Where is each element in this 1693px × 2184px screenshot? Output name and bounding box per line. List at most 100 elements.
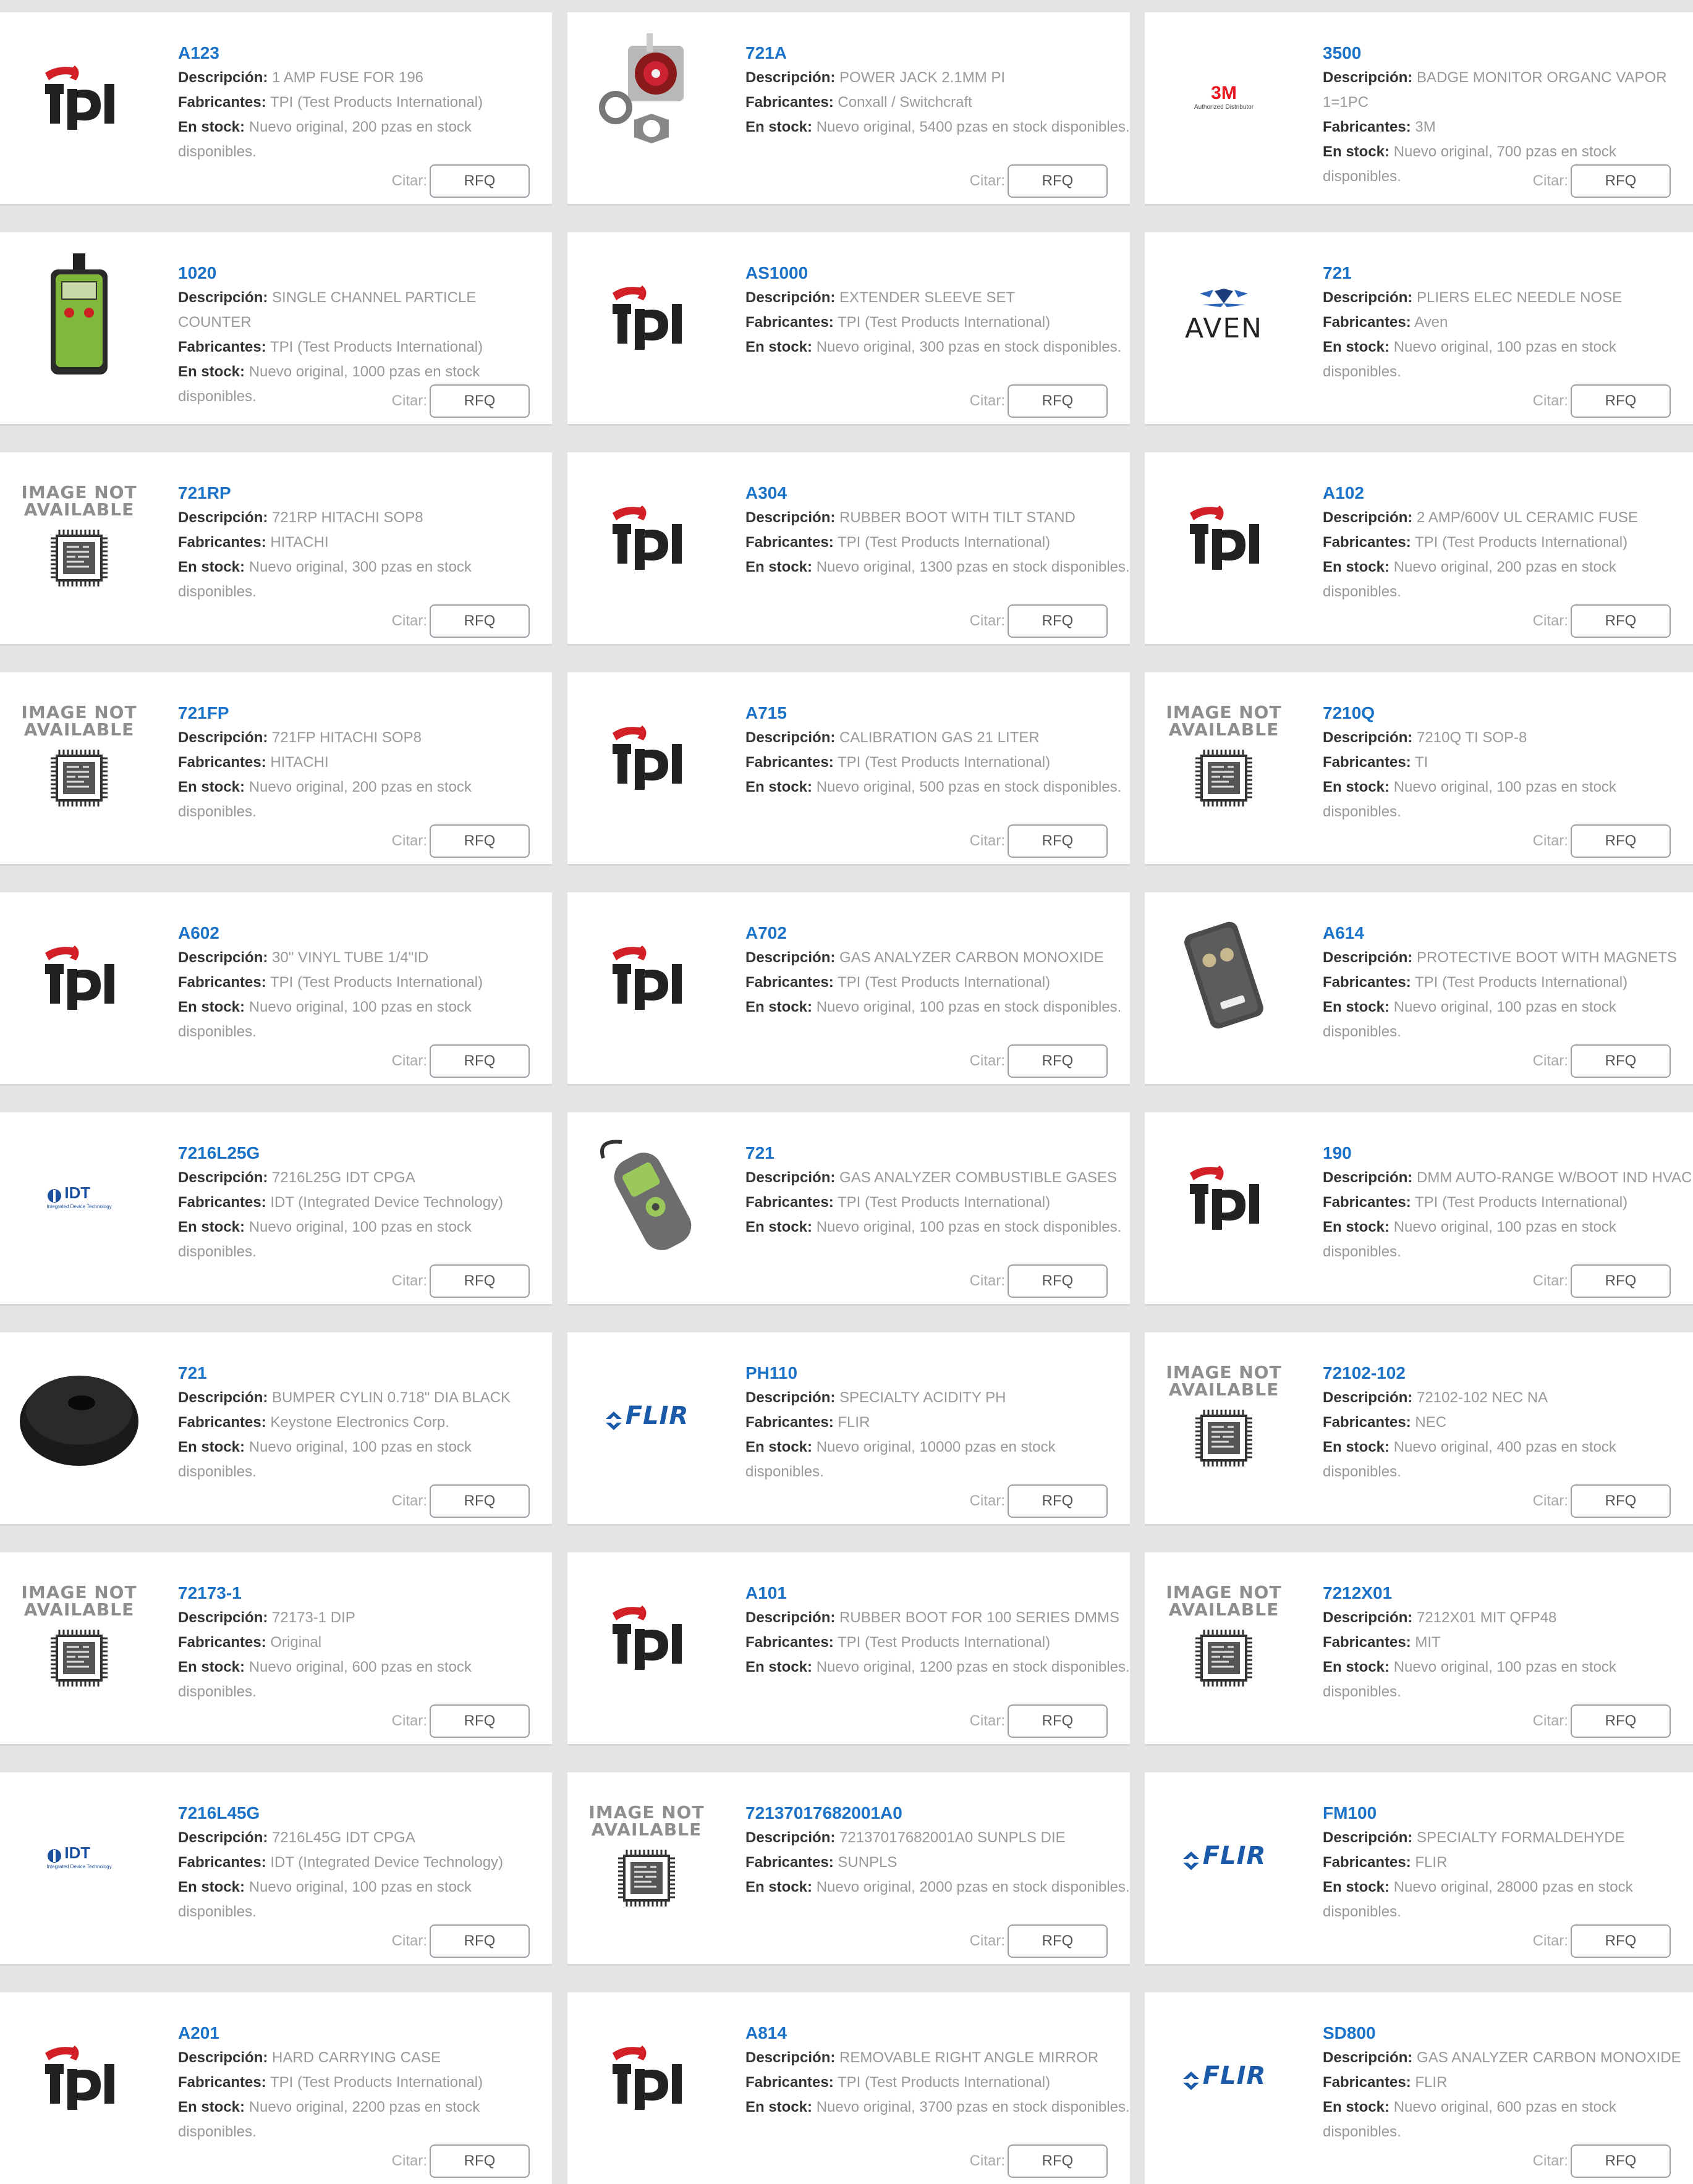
product-thumbnail[interactable]: IMAGE NOT AVAILABLE	[1158, 1571, 1289, 1702]
part-number-link[interactable]: A814	[745, 2021, 1130, 2046]
part-number-link[interactable]: 1020	[178, 261, 552, 286]
rfq-button[interactable]: RFQ	[1008, 1044, 1108, 1078]
part-number-link[interactable]: 721	[745, 1141, 1130, 1166]
part-number-link[interactable]: A614	[1323, 921, 1693, 946]
part-number-link[interactable]: A102	[1323, 481, 1693, 506]
rfq-button[interactable]: RFQ	[1008, 2144, 1108, 2178]
rfq-button[interactable]: RFQ	[1571, 824, 1671, 858]
rfq-button[interactable]: RFQ	[430, 1704, 530, 1738]
product-thumbnail[interactable]: IDT Integrated Device Technology	[14, 1791, 145, 1922]
rfq-button[interactable]: RFQ	[1571, 1924, 1671, 1958]
product-thumbnail[interactable]	[581, 911, 712, 1042]
rfq-button[interactable]: RFQ	[1571, 384, 1671, 418]
product-thumbnail[interactable]	[14, 31, 145, 162]
part-number-link[interactable]: A602	[178, 921, 552, 946]
rfq-button[interactable]: RFQ	[430, 1924, 530, 1958]
product-thumbnail[interactable]	[14, 251, 145, 382]
product-thumbnail[interactable]	[581, 31, 712, 162]
rfq-button[interactable]: RFQ	[1571, 2144, 1671, 2178]
part-number-link[interactable]: A715	[745, 701, 1130, 726]
rfq-button[interactable]: RFQ	[1008, 1484, 1108, 1518]
rfq-area: Citar: RFQ	[392, 2144, 530, 2178]
rfq-button[interactable]: RFQ	[1008, 824, 1108, 858]
product-thumbnail[interactable]: IMAGE NOT AVAILABLE	[14, 1571, 145, 1702]
rfq-area: Citar: RFQ	[970, 1264, 1108, 1298]
part-number-link[interactable]: 721RP	[178, 481, 552, 506]
part-number-link[interactable]: 721	[178, 1361, 552, 1386]
product-thumbnail[interactable]: FLIR	[581, 1351, 712, 1482]
product-thumbnail[interactable]	[581, 251, 712, 382]
product-thumbnail[interactable]: IMAGE NOT AVAILABLE	[581, 1791, 712, 1922]
product-info: PH110 Descripción: SPECIALTY ACIDITY PH Fa…	[745, 1361, 1130, 1484]
product-thumbnail[interactable]: IMAGE NOT AVAILABLE	[14, 691, 145, 822]
part-number-link[interactable]: 3500	[1323, 41, 1693, 66]
rfq-button[interactable]: RFQ	[430, 604, 530, 638]
part-number-link[interactable]: 72173-1	[178, 1581, 552, 1606]
part-number-link[interactable]: 7210Q	[1323, 701, 1693, 726]
part-number-link[interactable]: 7216L45G	[178, 1801, 552, 1826]
rfq-button[interactable]: RFQ	[430, 1264, 530, 1298]
product-thumbnail[interactable]	[581, 691, 712, 822]
part-number-link[interactable]: AS1000	[745, 261, 1130, 286]
rfq-button[interactable]: RFQ	[1571, 1484, 1671, 1518]
part-number-link[interactable]: PH110	[745, 1361, 1130, 1386]
image-not-available-placeholder: IMAGE NOT AVAILABLE	[588, 1804, 704, 1909]
rfq-button[interactable]: RFQ	[430, 1044, 530, 1078]
product-thumbnail[interactable]: FLIR	[1158, 1791, 1289, 1922]
rfq-button[interactable]: RFQ	[1008, 1704, 1108, 1738]
part-number-link[interactable]: SD800	[1323, 2021, 1693, 2046]
part-number-link[interactable]: A201	[178, 2021, 552, 2046]
manufacturer-line: Fabricantes: IDT (Integrated Device Tech…	[178, 1850, 552, 1875]
part-number-link[interactable]: A304	[745, 481, 1130, 506]
product-thumbnail[interactable]: IMAGE NOT AVAILABLE	[1158, 1351, 1289, 1482]
rfq-button[interactable]: RFQ	[430, 384, 530, 418]
product-thumbnail[interactable]	[581, 1131, 712, 1262]
product-info: A702 Descripción: GAS ANALYZER CARBON MON…	[745, 921, 1130, 1020]
manufacturer-line-value: FLIR	[838, 1414, 870, 1431]
part-number-link[interactable]: FM100	[1323, 1801, 1693, 1826]
rfq-button[interactable]: RFQ	[1008, 164, 1108, 198]
rfq-button[interactable]: RFQ	[430, 2144, 530, 2178]
product-thumbnail[interactable]: 3M Authorized Distributor	[1158, 31, 1289, 162]
product-thumbnail[interactable]	[14, 2011, 145, 2142]
product-thumbnail[interactable]: AVEN	[1158, 251, 1289, 382]
rfq-button[interactable]: RFQ	[1008, 604, 1108, 638]
product-thumbnail[interactable]	[581, 1571, 712, 1702]
product-thumbnail[interactable]	[581, 471, 712, 602]
product-thumbnail[interactable]	[14, 911, 145, 1042]
rfq-button[interactable]: RFQ	[1008, 384, 1108, 418]
part-number-link[interactable]: 721A	[745, 41, 1130, 66]
rfq-button[interactable]: RFQ	[1571, 1044, 1671, 1078]
part-number-link[interactable]: 7212X01	[1323, 1581, 1693, 1606]
rfq-button[interactable]: RFQ	[1008, 1924, 1108, 1958]
rfq-button[interactable]: RFQ	[1571, 1704, 1671, 1738]
rfq-button[interactable]: RFQ	[430, 1484, 530, 1518]
citar-label: Citar:	[391, 832, 427, 849]
product-thumbnail[interactable]	[581, 2011, 712, 2142]
rfq-button[interactable]: RFQ	[430, 824, 530, 858]
part-number-link[interactable]: 721FP	[178, 701, 552, 726]
rfq-button[interactable]: RFQ	[430, 164, 530, 198]
product-thumbnail[interactable]	[14, 1351, 145, 1482]
part-number-link[interactable]: 190	[1323, 1141, 1693, 1166]
rfq-button[interactable]: RFQ	[1571, 1264, 1671, 1298]
product-thumbnail[interactable]	[1158, 471, 1289, 602]
manufacturer-line: Fabricantes: 3M	[1323, 115, 1693, 140]
part-number-link[interactable]: 721	[1323, 261, 1693, 286]
product-thumbnail[interactable]: IMAGE NOT AVAILABLE	[1158, 691, 1289, 822]
product-thumbnail[interactable]: FLIR	[1158, 2011, 1289, 2142]
rfq-button[interactable]: RFQ	[1571, 164, 1671, 198]
part-number-link[interactable]: 72137017682001A0	[745, 1801, 1130, 1826]
part-number-link[interactable]: A101	[745, 1581, 1130, 1606]
product-thumbnail[interactable]: IMAGE NOT AVAILABLE	[14, 471, 145, 602]
product-thumbnail[interactable]	[1158, 1131, 1289, 1262]
rfq-button[interactable]: RFQ	[1008, 1264, 1108, 1298]
part-number-link[interactable]: A123	[178, 41, 552, 66]
product-thumbnail[interactable]: IDT Integrated Device Technology	[14, 1131, 145, 1262]
part-number-link[interactable]: A702	[745, 921, 1130, 946]
manufacturer-line-value: TPI (Test Products International)	[837, 2074, 1051, 2091]
part-number-link[interactable]: 72102-102	[1323, 1361, 1693, 1386]
part-number-link[interactable]: 7216L25G	[178, 1141, 552, 1166]
rfq-button[interactable]: RFQ	[1571, 604, 1671, 638]
product-thumbnail[interactable]	[1158, 911, 1289, 1042]
